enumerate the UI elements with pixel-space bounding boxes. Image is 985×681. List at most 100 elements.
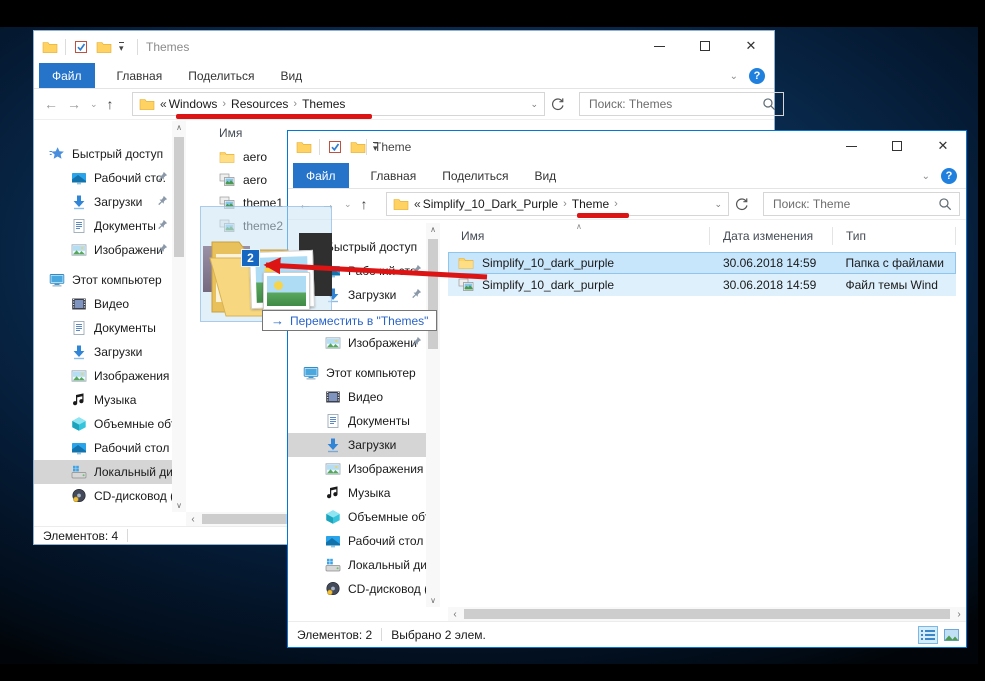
back-icon[interactable]: ←	[44, 96, 58, 112]
details-view-button[interactable]	[918, 626, 938, 644]
sidebar-item[interactable]: Ashampoo Snap	[34, 508, 172, 512]
sidebar-item[interactable]: Видео	[288, 385, 426, 409]
ribbon-tab-2[interactable]: Поделиться	[175, 63, 267, 88]
refresh-icon[interactable]	[550, 97, 565, 112]
ribbon-expand-icon[interactable]: ⌄	[730, 71, 738, 82]
refresh-icon[interactable]	[734, 197, 749, 212]
breadcrumb-separator-icon[interactable]: ›	[219, 98, 229, 110]
breadcrumb-item[interactable]: Windows	[167, 97, 220, 111]
sidebar-item[interactable]: Загрузки	[34, 340, 172, 364]
thumbnails-view-button[interactable]	[941, 626, 961, 644]
scroll-right-icon[interactable]: ›	[952, 609, 966, 620]
breadcrumb-overflow-icon[interactable]: «	[160, 97, 167, 111]
minimize-button[interactable]	[636, 31, 682, 61]
breadcrumb-item[interactable]: Theme	[570, 197, 611, 211]
search-input[interactable]	[587, 96, 762, 112]
sidebar-item[interactable]: Объемные объ	[34, 412, 172, 436]
titlebar[interactable]: ▾ Themes ✕	[34, 31, 774, 63]
scrollbar-thumb[interactable]	[174, 137, 184, 257]
qat-customize-icon[interactable]: ▾	[119, 42, 124, 52]
sidebar-scrollbar[interactable]: ∧ ∨	[172, 121, 186, 512]
sidebar-item[interactable]: Быстрый доступ	[34, 142, 172, 166]
sidebar-item[interactable]: Загрузки	[288, 433, 426, 457]
ribbon-tab-file[interactable]: Файл	[39, 63, 95, 88]
search-input[interactable]	[771, 196, 938, 212]
sidebar-item[interactable]: Изображения	[288, 457, 426, 481]
sidebar-item[interactable]: Рабочий стол	[288, 529, 426, 553]
new-folder-icon[interactable]	[96, 39, 112, 55]
help-icon[interactable]: ?	[941, 168, 957, 184]
scroll-down-icon[interactable]: ∨	[172, 499, 186, 512]
scroll-left-icon[interactable]: ‹	[448, 609, 462, 620]
ribbon-tab-3[interactable]: Вид	[521, 163, 569, 188]
sidebar-item[interactable]: Локальный дис	[34, 460, 172, 484]
sidebar-item[interactable]: CD-дисковод (D	[34, 484, 172, 508]
address-bar[interactable]: «Simplify_10_Dark_Purple›Theme› ⌄	[386, 192, 729, 216]
breadcrumb-separator-icon[interactable]: ›	[611, 198, 621, 210]
file-row[interactable]: Simplify_10_dark_purple30.06.2018 14:59Ф…	[448, 274, 956, 296]
sidebar-scrollbar[interactable]: ∧ ∨	[426, 223, 440, 607]
close-button[interactable]: ✕	[728, 31, 774, 61]
sidebar-item[interactable]: Изображения	[34, 364, 172, 388]
breadcrumb-item[interactable]: Themes	[300, 97, 347, 111]
scroll-up-icon[interactable]: ∧	[426, 223, 440, 236]
column-header[interactable]: Дата изменения	[710, 227, 833, 245]
address-dropdown-icon[interactable]: ⌄	[530, 99, 538, 110]
file-row[interactable]: Simplify_10_dark_purple30.06.2018 14:59П…	[448, 252, 956, 274]
sidebar-item[interactable]: CD-дисковод (D	[288, 577, 426, 601]
sidebar-item[interactable]: Изображени	[288, 331, 426, 355]
scroll-down-icon[interactable]: ∨	[426, 594, 440, 607]
address-bar[interactable]: «Windows›Resources›Themes ⌄	[132, 92, 545, 116]
properties-icon[interactable]	[73, 39, 89, 55]
scroll-up-icon[interactable]: ∧	[172, 121, 186, 134]
up-icon[interactable]: ↑	[107, 96, 114, 112]
sidebar-item[interactable]: Музыка	[34, 388, 172, 412]
breadcrumb-separator-icon[interactable]: ›	[290, 98, 300, 110]
sidebar-item[interactable]: Документы	[288, 409, 426, 433]
close-button[interactable]: ✕	[920, 131, 966, 161]
ribbon-tab-1[interactable]: Главная	[104, 63, 176, 88]
address-dropdown-icon[interactable]: ⌄	[714, 199, 722, 210]
ribbon-tab-3[interactable]: Вид	[267, 63, 315, 88]
sidebar-item[interactable]: Изображени	[34, 238, 172, 262]
breadcrumb-item[interactable]: Simplify_10_Dark_Purple	[421, 197, 560, 211]
sidebar-item[interactable]: Этот компьютер	[288, 361, 426, 385]
ribbon-expand-icon[interactable]: ⌄	[922, 171, 930, 182]
sidebar-item[interactable]: Документы	[34, 316, 172, 340]
recent-locations-icon[interactable]: ⌄	[90, 99, 98, 110]
sidebar-item[interactable]: Рабочий стол	[34, 436, 172, 460]
maximize-button[interactable]	[874, 131, 920, 161]
search-box[interactable]	[579, 92, 784, 116]
ribbon-tab-2[interactable]: Поделиться	[429, 163, 521, 188]
sidebar-item[interactable]: Видео	[34, 292, 172, 316]
ribbon-tab-1[interactable]: Главная	[358, 163, 430, 188]
column-header[interactable]: Тип	[833, 227, 956, 245]
scrollbar-thumb[interactable]	[464, 609, 950, 619]
sidebar-item[interactable]: Документы	[34, 214, 172, 238]
breadcrumb-item[interactable]: Resources	[229, 97, 290, 111]
help-icon[interactable]: ?	[749, 68, 765, 84]
up-icon[interactable]: ↑	[361, 196, 368, 212]
search-icon[interactable]	[762, 97, 776, 111]
ribbon-tab-file[interactable]: Файл	[293, 163, 349, 188]
sidebar-item[interactable]: Ashampoo_Snap	[288, 601, 426, 607]
search-icon[interactable]	[938, 197, 952, 211]
breadcrumb-overflow-icon[interactable]: «	[414, 197, 421, 211]
sidebar-item[interactable]: Локальный дис	[288, 553, 426, 577]
scroll-left-icon[interactable]: ‹	[186, 514, 200, 525]
horizontal-scrollbar[interactable]: ‹ ›	[448, 607, 966, 621]
recent-locations-icon[interactable]: ⌄	[344, 199, 352, 210]
search-box[interactable]	[763, 192, 960, 216]
sidebar-item[interactable]: Объемные объ	[288, 505, 426, 529]
properties-icon[interactable]	[327, 139, 343, 155]
sidebar-item[interactable]: Музыка	[288, 481, 426, 505]
new-folder-icon[interactable]	[350, 139, 366, 155]
breadcrumb-separator-icon[interactable]: ›	[560, 198, 570, 210]
scrollbar-thumb[interactable]	[428, 239, 438, 349]
sidebar-item[interactable]: Этот компьютер	[34, 268, 172, 292]
titlebar[interactable]: ▾ Theme ✕	[288, 131, 966, 163]
maximize-button[interactable]	[682, 31, 728, 61]
forward-icon[interactable]: →	[67, 96, 81, 112]
minimize-button[interactable]	[828, 131, 874, 161]
sidebar-item[interactable]: Рабочий сто.	[34, 166, 172, 190]
